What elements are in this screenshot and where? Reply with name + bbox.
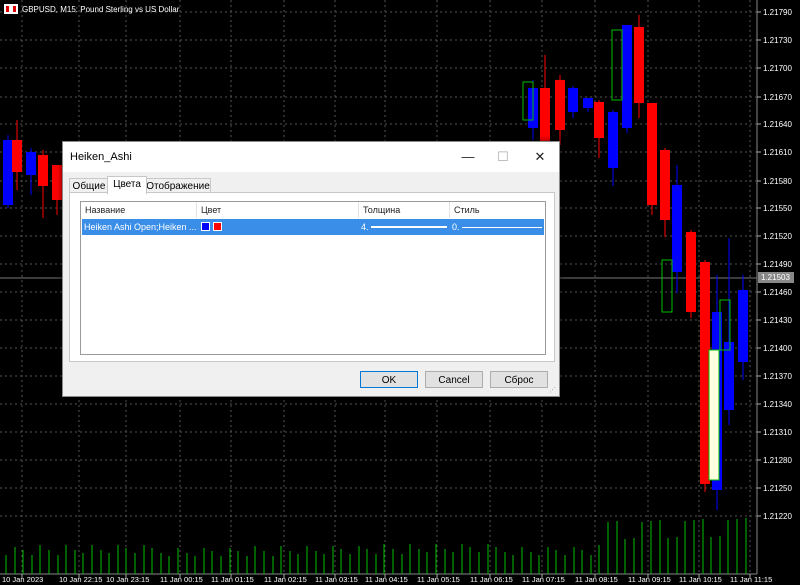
y-tick-label: 1.21460 (763, 288, 792, 297)
x-tick-label: 11 Jan 03:15 (315, 575, 358, 584)
candle-body (540, 88, 550, 142)
candle-outline (708, 349, 720, 481)
x-tick-label: 11 Jan 09:15 (628, 575, 671, 584)
y-tick-label: 1.21310 (763, 428, 792, 437)
chart-symbol-title: GBPUSD, M15: Pound Sterling vs US Dollar (22, 5, 180, 14)
dialog-titlebar[interactable]: Heiken_Ashi — ☐ ✕ (63, 142, 559, 172)
y-tick-label: 1.21640 (763, 120, 792, 129)
y-tick-label: 1.21580 (763, 177, 792, 186)
x-tick-label: 11 Jan 06:15 (470, 575, 513, 584)
y-tick-label: 1.21340 (763, 400, 792, 409)
candle-body (555, 80, 565, 130)
x-tick-label: 10 Jan 23:15 (106, 575, 149, 584)
current-price-label: 1.21503 (761, 273, 790, 282)
y-tick-label: 1.21670 (763, 93, 792, 102)
y-tick-label: 1.21400 (763, 344, 792, 353)
tab-colors[interactable]: Цвета (107, 176, 147, 194)
y-tick-label: 1.21430 (763, 316, 792, 325)
y-tick-label: 1.21700 (763, 64, 792, 73)
dialog-title: Heiken_Ashi (70, 151, 132, 163)
candle-body (622, 25, 632, 128)
y-tick-label: 1.21490 (763, 260, 792, 269)
column-header-color[interactable]: Цвет (197, 202, 359, 218)
style-line-sample (462, 227, 542, 228)
x-tick-label: 10 Jan 2023 (2, 575, 43, 584)
candle-body (608, 112, 618, 168)
column-header-thickness[interactable]: Толщина (359, 202, 450, 218)
x-tick-label: 10 Jan 22:15 (59, 575, 102, 584)
plot-styles-list[interactable]: Название Цвет Толщина Стиль Heiken Ashi … (80, 201, 546, 355)
candle-body (594, 102, 604, 138)
x-tick-label: 11 Jan 11:15 (730, 575, 772, 584)
close-button[interactable]: ✕ (528, 146, 552, 168)
y-tick-label: 1.21610 (763, 148, 792, 157)
candle-body (12, 140, 22, 172)
color-swatch-bull[interactable] (201, 222, 210, 231)
maximize-button[interactable]: ☐ (491, 146, 515, 168)
candle-body (724, 342, 734, 410)
candle-body (660, 150, 670, 220)
candle-body (583, 98, 593, 108)
candle-body (38, 155, 48, 186)
candle-body (26, 152, 36, 175)
resize-grip-icon[interactable]: ⋰ (549, 386, 557, 394)
y-tick-label: 1.21370 (763, 372, 792, 381)
column-header-name[interactable]: Название (81, 202, 197, 218)
x-tick-label: 11 Jan 07:15 (522, 575, 565, 584)
candle-body (672, 185, 682, 272)
color-swatch-bear[interactable] (213, 222, 222, 231)
style-value[interactable]: 0. (452, 219, 462, 235)
x-tick-label: 11 Jan 10:15 (679, 575, 722, 584)
x-tick-label: 11 Jan 08:15 (575, 575, 618, 584)
y-tick-label: 1.21730 (763, 36, 792, 45)
y-tick-label: 1.21520 (763, 232, 792, 241)
cancel-button[interactable]: Cancel (425, 371, 483, 388)
candle-body (3, 140, 13, 205)
reset-button[interactable]: Сброс (490, 371, 548, 388)
indicator-properties-dialog: Heiken_Ashi — ☐ ✕ Общие Цвета Отображени… (62, 141, 560, 397)
table-row[interactable]: Heiken Ashi Open;Heiken ... 4. 0. (82, 219, 544, 235)
column-header-style[interactable]: Стиль (450, 202, 545, 218)
candle-body (52, 165, 62, 200)
candle-body (738, 290, 748, 362)
x-tick-label: 11 Jan 00:15 (160, 575, 203, 584)
thickness-line-sample (371, 226, 447, 228)
candle-body (686, 232, 696, 312)
thickness-value[interactable]: 4. (361, 219, 371, 235)
x-tick-label: 11 Jan 01:15 (211, 575, 254, 584)
candle-body (568, 88, 578, 112)
candle-body (647, 103, 657, 205)
ok-button[interactable]: OK (360, 371, 418, 388)
y-tick-label: 1.21550 (763, 204, 792, 213)
row-name: Heiken Ashi Open;Heiken ... (84, 222, 196, 232)
y-tick-label: 1.21220 (763, 512, 792, 521)
candle-outline (661, 259, 673, 313)
colors-panel: Название Цвет Толщина Стиль Heiken Ashi … (69, 192, 555, 362)
y-tick-label: 1.21250 (763, 484, 792, 493)
minimize-button[interactable]: — (456, 146, 480, 168)
x-tick-label: 11 Jan 04:15 (365, 575, 408, 584)
x-tick-label: 11 Jan 02:15 (264, 575, 307, 584)
chart-symbol-icon (4, 4, 18, 14)
candle-body (634, 27, 644, 103)
y-tick-label: 1.21280 (763, 456, 792, 465)
y-tick-label: 1.21790 (763, 8, 792, 17)
x-tick-label: 11 Jan 05:15 (417, 575, 460, 584)
